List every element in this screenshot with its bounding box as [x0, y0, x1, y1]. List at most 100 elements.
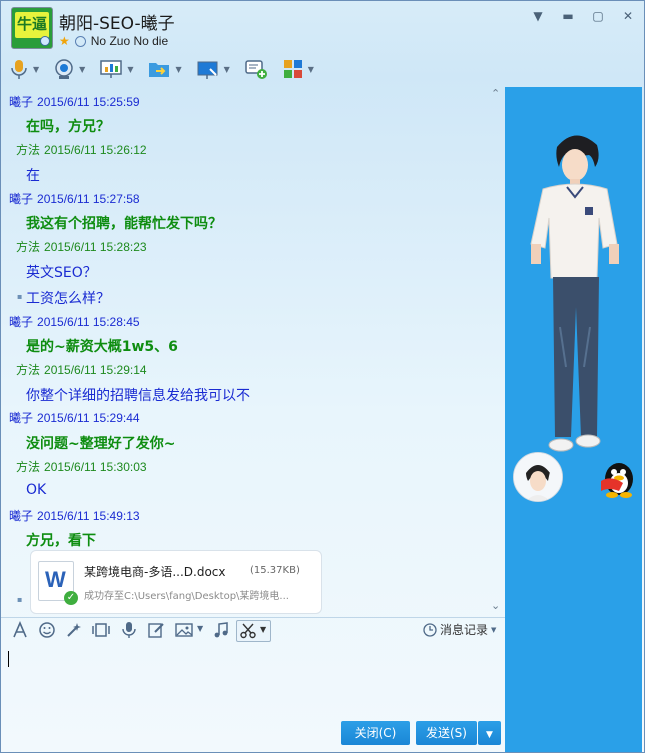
message-time: 2015/6/11 15:28:45	[37, 315, 140, 329]
window-controls: ▼ ▬ ▢ ✕	[523, 9, 643, 23]
music-icon[interactable]	[212, 621, 230, 639]
message-header: 方法 2015/6/11 15:26:12	[16, 141, 147, 158]
edit-icon[interactable]	[147, 621, 165, 639]
video-call-button[interactable]: ▼	[53, 58, 85, 80]
mic-icon	[11, 60, 27, 79]
new-group-chat-button[interactable]	[244, 58, 268, 80]
chat-toolbar: ▼ ▼ ▼ ▼ ▼ ▼	[9, 55, 328, 83]
image-icon[interactable]	[174, 621, 194, 639]
message-header: 曦子 2015/6/11 15:49:13	[9, 507, 140, 524]
message-text: 工资怎么样？	[26, 291, 110, 307]
chevron-down-icon[interactable]: ▼	[175, 65, 181, 74]
message-time: 2015/6/11 15:28:23	[44, 240, 147, 254]
sender-name: 方法	[16, 460, 41, 474]
bullet-marker: ▪	[17, 292, 23, 301]
my-avatar[interactable]	[513, 452, 563, 502]
send-options-button[interactable]: ▼	[478, 721, 501, 745]
emoji-icon[interactable]	[38, 621, 56, 639]
file-name[interactable]: 某跨境电商-多语...D.docx	[84, 563, 226, 580]
chevron-down-icon[interactable]: ▼	[224, 65, 230, 74]
history-label: 消息记录	[440, 623, 489, 637]
sender-name: 曦子	[9, 315, 34, 329]
apps-icon	[283, 60, 302, 78]
chevron-down-icon[interactable]: ▼	[260, 625, 266, 634]
message-text: 你整个详细的招聘信息发给我可以不	[26, 388, 250, 404]
message-header: 曦子 2015/6/11 15:29:44	[9, 409, 140, 426]
sender-name: 方法	[16, 143, 41, 157]
screen-share-icon	[100, 60, 123, 78]
file-size: (15.37KB)	[250, 565, 300, 576]
maximize-icon[interactable]: ▢	[583, 9, 613, 23]
message-text: 在吗，方兄？	[26, 119, 110, 135]
message-text: 我这有个招聘，能帮忙发下吗？	[26, 216, 222, 232]
file-transfer-icon	[149, 63, 170, 77]
remote-assist-button[interactable]: ▼	[196, 58, 230, 80]
chevron-down-icon[interactable]: ▼	[197, 624, 203, 633]
file-card[interactable]: W ✓ 某跨境电商-多语...D.docx (15.37KB) 成功存至C:\U…	[30, 550, 322, 614]
screen-share-button[interactable]: ▼	[99, 58, 133, 80]
file-status: 成功存至C:\Users\fang\Desktop\某跨境电...	[84, 591, 289, 602]
message-time: 2015/6/11 15:30:03	[44, 460, 147, 474]
chevron-down-icon[interactable]: ▼	[308, 65, 314, 74]
message-text: 没问题~整理好了发你~	[26, 436, 176, 452]
message-history-button[interactable]: 消息记录 ▼	[423, 621, 496, 638]
minimize-icon[interactable]: ▬	[553, 9, 583, 23]
message-text: 英文SEO？	[26, 265, 97, 281]
remote-assist-icon	[197, 61, 218, 79]
close-button[interactable]: 关闭(C)	[341, 721, 410, 745]
shake-window-icon[interactable]	[91, 621, 111, 639]
bullet-marker: ▪	[17, 595, 23, 604]
message-time: 2015/6/11 15:26:12	[44, 143, 147, 157]
magic-emoticon-icon[interactable]	[65, 621, 83, 639]
apps-button[interactable]: ▼	[282, 58, 314, 80]
message-header: 方法 2015/6/11 15:28:23	[16, 238, 147, 255]
screenshot-button[interactable]: ▼	[236, 620, 271, 642]
new-group-chat-icon	[245, 60, 267, 79]
check-icon: ✓	[64, 591, 78, 605]
voice-call-button[interactable]: ▼	[9, 58, 39, 80]
chevron-down-icon[interactable]: ▼	[491, 626, 496, 634]
chevron-down-icon[interactable]: ▼	[79, 65, 85, 74]
sender-name: 曦子	[9, 411, 34, 425]
message-input[interactable]	[1, 643, 505, 719]
clock-icon	[423, 622, 437, 637]
contact-name: 朝阳-SEO-曦子	[59, 14, 175, 34]
scroll-up-icon[interactable]: ⌃	[491, 87, 500, 100]
sender-name: 方法	[16, 240, 41, 254]
star-icon[interactable]: ★	[59, 34, 70, 48]
scissors-icon	[240, 623, 256, 639]
message-header: 方法 2015/6/11 15:30:03	[16, 458, 147, 475]
send-button[interactable]: 发送(S)	[416, 721, 477, 745]
voice-message-icon[interactable]	[120, 621, 138, 639]
close-icon[interactable]: ✕	[613, 9, 643, 23]
message-text: 在	[26, 168, 40, 184]
my-avatar-image	[514, 453, 562, 501]
message-text: 是的~薪资大概1w5、6	[26, 339, 178, 355]
message-time: 2015/6/11 15:29:44	[37, 411, 140, 425]
message-time: 2015/6/11 15:49:13	[37, 509, 140, 523]
word-doc-icon: W ✓	[38, 561, 78, 605]
chevron-down-icon: ▼	[486, 730, 493, 740]
sender-name: 方法	[16, 363, 41, 377]
sender-name: 曦子	[9, 192, 34, 206]
avatar-logo-text: 牛逼	[15, 12, 49, 38]
message-header: 曦子 2015/6/11 15:28:45	[9, 313, 140, 330]
scroll-down-icon[interactable]: ⌄	[491, 599, 500, 612]
message-text: 方兄，看下	[26, 533, 96, 549]
camera-icon	[55, 59, 73, 79]
qzone-icon[interactable]	[74, 35, 86, 47]
chevron-down-icon[interactable]: ▼	[127, 65, 133, 74]
chat-window: 牛逼 朝阳-SEO-曦子 ★ No Zuo No die ▼ ▬ ▢ ✕ ▼ ▼…	[0, 0, 645, 753]
file-transfer-button[interactable]: ▼	[147, 58, 182, 80]
online-status-icon	[40, 36, 50, 46]
message-text: OK	[26, 482, 47, 498]
message-header: 曦子 2015/6/11 15:27:58	[9, 190, 140, 207]
message-time: 2015/6/11 15:27:58	[37, 192, 140, 206]
chevron-down-icon[interactable]: ▼	[33, 65, 39, 74]
qq-penguin-icon[interactable]	[595, 455, 639, 499]
dropdown-menu-icon[interactable]: ▼	[523, 9, 553, 23]
contact-avatar[interactable]: 牛逼	[11, 7, 53, 49]
text-cursor	[8, 651, 9, 667]
sender-name: 曦子	[9, 509, 34, 523]
font-icon[interactable]	[11, 621, 29, 639]
